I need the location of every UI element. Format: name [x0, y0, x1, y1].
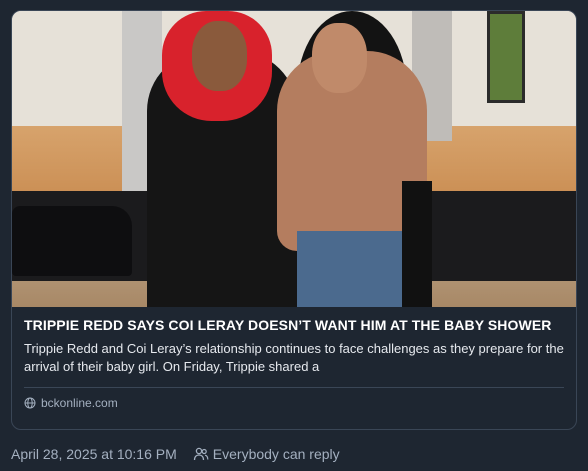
card-description: Trippie Redd and Coi Leray’s relationshi…	[24, 341, 564, 374]
image-face-right	[312, 23, 367, 93]
post-timestamp[interactable]: April 28, 2025 at 10:16 PM	[11, 446, 177, 462]
image-cloth	[402, 181, 432, 307]
domain-label: bckonline.com	[41, 396, 118, 410]
globe-icon	[24, 397, 36, 409]
image-bag	[12, 206, 132, 276]
image-jeans	[297, 231, 407, 307]
people-icon	[193, 447, 209, 461]
image-window	[487, 11, 525, 103]
card-domain[interactable]: bckonline.com	[24, 388, 564, 410]
image-face-left	[192, 21, 247, 91]
card-title[interactable]: TRIPPIE REDD SAYS COI LERAY DOESN’T WANT…	[24, 315, 564, 335]
preview-image[interactable]	[12, 11, 576, 307]
link-preview-card[interactable]: TRIPPIE REDD SAYS COI LERAY DOESN’T WANT…	[11, 10, 577, 430]
post-meta: April 28, 2025 at 10:16 PM Everybody can…	[11, 446, 340, 462]
reply-setting[interactable]: Everybody can reply	[213, 446, 340, 462]
card-body: TRIPPIE REDD SAYS COI LERAY DOESN’T WANT…	[12, 307, 576, 410]
